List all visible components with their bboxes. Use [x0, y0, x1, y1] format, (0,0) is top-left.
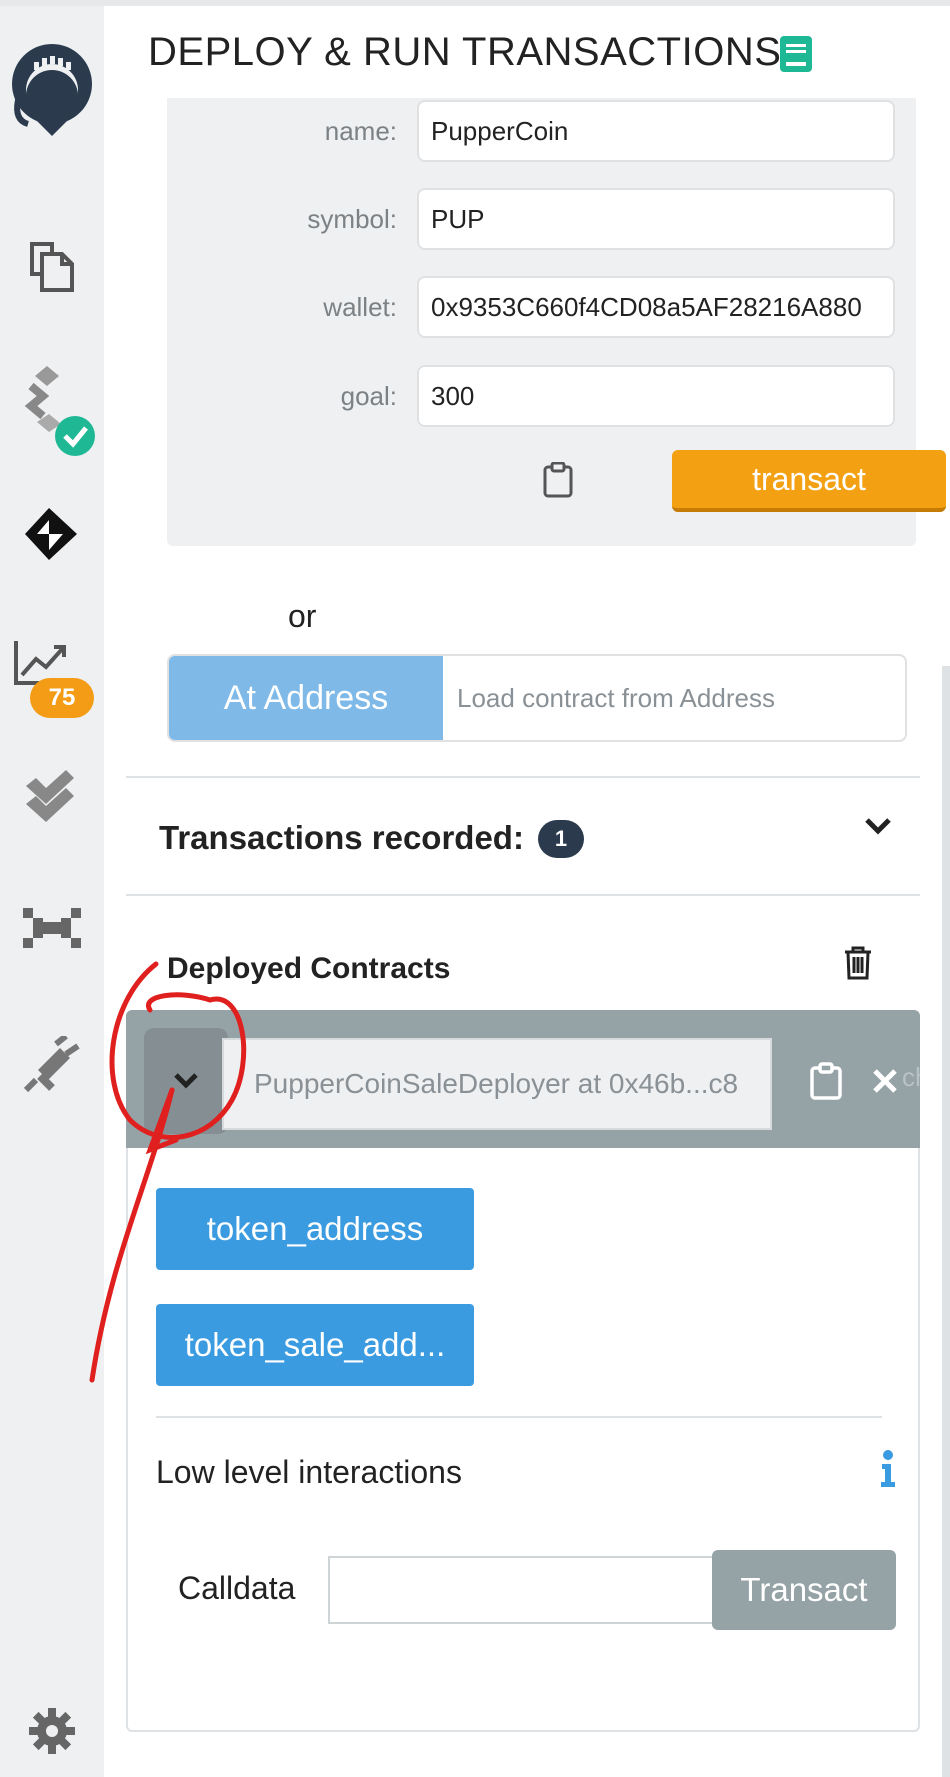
low-level-transact-button[interactable]: Transact — [712, 1550, 896, 1630]
token-sale-address-button[interactable]: token_sale_add... — [156, 1304, 474, 1386]
file-explorer-icon[interactable] — [0, 232, 104, 296]
goal-input[interactable]: 300 — [417, 365, 895, 427]
load-contract-address-input[interactable]: Load contract from Address — [445, 656, 905, 740]
info-icon[interactable] — [880, 1450, 896, 1493]
token-address-button[interactable]: token_address — [156, 1188, 474, 1270]
plugin-manager-icon[interactable] — [0, 1036, 104, 1092]
or-separator: or — [288, 598, 317, 634]
transactions-count-badge: 1 — [538, 820, 584, 858]
panel-scrollbar[interactable] — [942, 666, 950, 1777]
deployed-contracts-title: Deployed Contracts — [167, 952, 451, 985]
at-address-button[interactable]: At Address — [169, 656, 443, 740]
constructor-args-card: name: PupperCoin symbol: PUP wallet: 0x9… — [167, 96, 946, 546]
debugger-icon[interactable] — [0, 906, 104, 950]
copy-calldata-clipboard-icon[interactable] — [543, 461, 573, 503]
goal-label: goal: — [340, 381, 397, 411]
panel-header: DEPLOY & RUN TRANSACTIONS — [104, 6, 950, 98]
testing-check-icon[interactable] — [0, 768, 104, 824]
deploy-run-icon[interactable] — [0, 502, 104, 566]
trash-icon[interactable] — [844, 946, 872, 985]
divider — [156, 1416, 882, 1418]
deployed-instance-header: PupperCoinSaleDeployer at 0x46b...c8 cha — [126, 1010, 920, 1148]
page-title: DEPLOY & RUN TRANSACTIONS — [148, 30, 782, 74]
transactions-recorded-title[interactable]: Transactions recorded: — [159, 819, 524, 857]
instance-overflow-text: cha — [902, 1062, 920, 1092]
remix-logo-icon[interactable] — [0, 40, 104, 140]
name-input[interactable]: PupperCoin — [417, 100, 895, 162]
divider — [126, 776, 920, 778]
calldata-label: Calldata — [178, 1570, 296, 1606]
instance-expand-toggle[interactable] — [144, 1028, 228, 1134]
copy-address-clipboard-icon[interactable] — [810, 1062, 842, 1105]
solidity-compiler-icon[interactable] — [0, 366, 104, 462]
analysis-count-badge: 75 — [30, 678, 94, 718]
symbol-label: symbol: — [307, 204, 397, 234]
calldata-input[interactable] — [328, 1556, 714, 1624]
symbol-input[interactable]: PUP — [417, 188, 895, 250]
close-icon[interactable] — [872, 1068, 898, 1099]
documentation-book-icon[interactable] — [780, 36, 812, 77]
deploy-run-panel: DEPLOY & RUN TRANSACTIONS name: PupperCo… — [104, 6, 950, 1777]
transact-button[interactable]: transact — [672, 450, 946, 512]
wallet-label: wallet: — [323, 292, 397, 322]
icon-sidebar: 75 — [0, 6, 104, 1777]
chevron-down-icon[interactable] — [864, 816, 892, 841]
deployed-instance-body: token_address token_sale_add... Low leve… — [126, 1148, 920, 1732]
at-address-group: At Address Load contract from Address — [167, 654, 907, 742]
chevron-down-icon — [174, 1073, 198, 1089]
wallet-input[interactable]: 0x9353C660f4CD08a5AF28216A880 — [417, 276, 895, 338]
name-label: name: — [324, 116, 397, 146]
divider — [126, 894, 920, 896]
settings-gear-icon[interactable] — [0, 1706, 104, 1756]
instance-name[interactable]: PupperCoinSaleDeployer at 0x46b...c8 — [222, 1038, 772, 1130]
low-level-interactions-title: Low level interactions — [156, 1454, 462, 1490]
